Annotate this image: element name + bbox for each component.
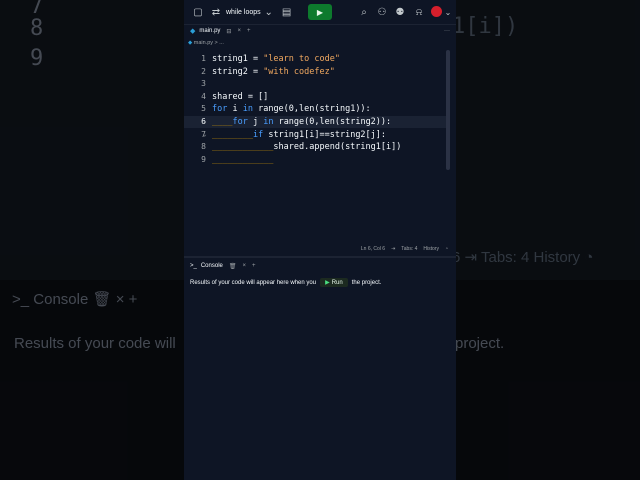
code-text: ____________shared.append(string1[i]) — [212, 142, 402, 153]
run-button[interactable]: ▶ — [308, 4, 332, 20]
breadcrumb: ◆ main.py > ... — [188, 40, 224, 46]
sidebar-toggle-icon[interactable]: ▢ — [192, 6, 204, 18]
code-line[interactable]: 5 for i in range(0,len(string1)): — [184, 103, 446, 115]
pane-icon[interactable]: ▤ — [281, 6, 293, 18]
code-text: ____for j in range(0,len(string2)): — [212, 117, 392, 127]
bell-icon[interactable]: ⍾ — [413, 6, 425, 18]
code-line[interactable]: 1 string1 = "learn to code" — [184, 53, 446, 65]
trash-icon[interactable]: 🗑 — [229, 263, 237, 270]
line-number: 4 — [201, 91, 206, 101]
add-tab-icon[interactable]: + — [252, 263, 256, 269]
inline-run-button[interactable]: ▶ Run — [320, 278, 348, 287]
line-number: 2 — [201, 66, 206, 76]
fold-chevron-icon[interactable]: ⌄ — [203, 129, 207, 141]
close-icon[interactable]: × — [237, 28, 241, 34]
tab-main-py[interactable]: ◆ main.py — [184, 27, 220, 35]
play-icon: ▶ — [316, 7, 324, 17]
code-line[interactable]: 6 ⌄ ____for j in range(0,len(string2)): — [184, 116, 446, 128]
tab-indent-icon: ⇥ — [391, 246, 396, 252]
cursor-position[interactable]: Ln 6, Col 6 — [361, 246, 385, 252]
file-tabs: ◆ main.py ⊟ × + ··· — [184, 24, 456, 38]
code-line[interactable]: 4 shared = [] — [184, 91, 446, 103]
add-tab-icon[interactable]: + — [247, 28, 251, 34]
avatar[interactable] — [431, 6, 442, 17]
more-icon[interactable]: ··· — [444, 28, 450, 34]
chevron-down-icon[interactable]: ⌄ — [442, 6, 454, 18]
pane-divider[interactable] — [184, 256, 456, 258]
deploy-icon[interactable]: ⚉ — [394, 6, 406, 18]
code-text: shared = [] — [212, 91, 269, 102]
repl-name[interactable]: while loops — [226, 9, 261, 16]
code-text: ________if string1[i]==string2[j]: — [212, 129, 387, 140]
code-text: for i in range(0,len(string1)): — [212, 104, 371, 115]
top-bar: ▢ ⇄ while loops ⌄ ▤ ▶ ⌕ ⚇ ⚉ ⍾ ⌄ — [184, 0, 456, 25]
line-number: 8 — [201, 142, 206, 152]
code-text: string2 = "with codefez" — [212, 66, 335, 77]
play-icon: ▶ — [325, 280, 330, 286]
code-text: string1 = "learn to code" — [212, 54, 340, 64]
terminal-icon: >_ — [190, 263, 197, 269]
console-output — [184, 272, 456, 480]
code-line[interactable]: 2 string2 = "with codefez" — [184, 66, 446, 78]
line-number: 3 — [201, 79, 206, 89]
tab-menu-icon[interactable]: ⊟ — [226, 28, 231, 35]
history-label[interactable]: History — [423, 246, 439, 252]
code-line[interactable]: 8 ____________shared.append(string1[i]) — [184, 141, 446, 153]
code-text: ____________ — [212, 154, 274, 165]
code-line[interactable]: 9 ____________ — [184, 154, 446, 166]
line-number: 1 — [201, 54, 206, 63]
code-line[interactable]: 7 ⌄ ________if string1[i]==string2[j]: — [184, 129, 446, 141]
history-icon[interactable]: ◔ — [445, 246, 448, 252]
search-icon[interactable]: ⌕ — [358, 6, 370, 18]
python-file-icon: ◆ — [188, 40, 193, 46]
console-message: Results of your code will appear here wh… — [190, 278, 382, 287]
editor-scrollbar[interactable] — [446, 50, 450, 170]
console-tab-bar: >_ Console 🗑 × + — [184, 260, 456, 272]
console-tab[interactable]: Console — [201, 263, 223, 269]
line-number: 5 — [201, 104, 206, 114]
tab-label: main.py — [199, 28, 221, 34]
indent-setting[interactable]: Tabs: 4 — [401, 246, 417, 252]
editor-status-bar: Ln 6, Col 6 ⇥ Tabs: 4 History ◔ — [184, 243, 456, 255]
python-file-icon: ◆ — [190, 28, 196, 35]
replit-app: ▢ ⇄ while loops ⌄ ▤ ▶ ⌕ ⚇ ⚉ ⍾ ⌄ ◆ main.p… — [184, 0, 456, 480]
repl-icon: ⇄ — [211, 6, 221, 18]
code-line[interactable]: 3 — [184, 78, 446, 90]
invite-icon[interactable]: ⚇ — [376, 6, 388, 18]
line-number: 9 — [201, 154, 206, 164]
chevron-down-icon[interactable]: ⌄ — [263, 6, 275, 18]
close-icon[interactable]: × — [242, 263, 246, 269]
fold-chevron-icon[interactable]: ⌄ — [203, 116, 207, 128]
